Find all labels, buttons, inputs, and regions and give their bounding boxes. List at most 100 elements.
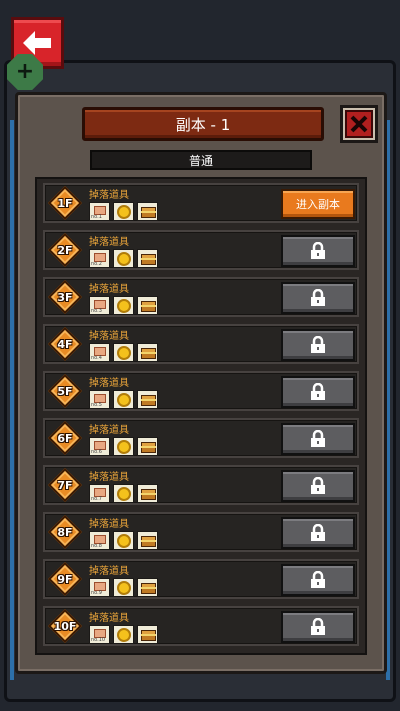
treasure-chest-icon[interactable] xyxy=(137,437,158,456)
scroll-item-label: no.10 xyxy=(91,637,106,643)
modal-title: 副本 - 1 xyxy=(82,107,324,141)
enter-dungeon-button[interactable]: 进入副本 xyxy=(281,189,355,219)
locked-floor-button[interactable] xyxy=(281,611,355,643)
scroll-item-icon[interactable]: no.8 xyxy=(89,531,110,550)
treasure-chest-icon[interactable] xyxy=(137,484,158,503)
dungeon-modal: 副本 - 1 普通 1F 掉落道具 no.1 进入副本 2F 掉落道具 no.2 3F 掉落道具… xyxy=(15,92,387,674)
gold-coin-icon[interactable] xyxy=(113,296,134,315)
scroll-item-icon[interactable]: no.2 xyxy=(89,249,110,268)
gold-coin-icon[interactable] xyxy=(113,484,134,503)
floor-badge: 8F xyxy=(48,515,82,549)
gold-coin-icon[interactable] xyxy=(113,343,134,362)
lock-icon xyxy=(311,618,325,635)
locked-floor-button[interactable] xyxy=(281,282,355,314)
scroll-item-label: no.7 xyxy=(91,496,102,502)
gold-coin-icon[interactable] xyxy=(113,249,134,268)
floor-label: 10F xyxy=(53,619,77,633)
add-badge-icon[interactable]: + xyxy=(7,54,43,90)
treasure-chest-icon[interactable] xyxy=(137,296,158,315)
floor-row: 3F 掉落道具 no.3 xyxy=(43,277,359,317)
floor-row: 7F 掉落道具 no.7 xyxy=(43,465,359,505)
lock-icon xyxy=(311,430,325,447)
drop-items: no.9 xyxy=(89,578,158,597)
back-arrow-icon xyxy=(22,31,51,55)
close-x-icon xyxy=(345,110,373,138)
floor-badge: 7F xyxy=(48,468,82,502)
close-button[interactable] xyxy=(340,105,378,143)
locked-floor-button[interactable] xyxy=(281,517,355,549)
floor-row: 10F 掉落道具 no.10 xyxy=(43,606,359,646)
gold-coin-icon[interactable] xyxy=(113,390,134,409)
gold-coin-icon[interactable] xyxy=(113,625,134,644)
drop-items: no.4 xyxy=(89,343,158,362)
floor-badge: 3F xyxy=(48,280,82,314)
drop-items: no.8 xyxy=(89,531,158,550)
treasure-chest-icon[interactable] xyxy=(137,625,158,644)
locked-floor-button[interactable] xyxy=(281,376,355,408)
floor-badge: 10F xyxy=(48,609,82,643)
floor-badge: 5F xyxy=(48,374,82,408)
scroll-item-icon[interactable]: no.10 xyxy=(89,625,110,644)
gold-coin-icon[interactable] xyxy=(113,531,134,550)
drop-items-label: 掉落道具 xyxy=(89,190,129,201)
scroll-item-label: no.5 xyxy=(91,402,102,408)
treasure-chest-icon[interactable] xyxy=(137,343,158,362)
gold-coin-icon[interactable] xyxy=(113,437,134,456)
drop-items-label: 掉落道具 xyxy=(89,378,129,389)
drop-items: no.5 xyxy=(89,390,158,409)
floor-badge: 2F xyxy=(48,233,82,267)
drop-items-label: 掉落道具 xyxy=(89,566,129,577)
locked-floor-button[interactable] xyxy=(281,329,355,361)
lock-icon xyxy=(311,571,325,588)
scroll-item-label: no.3 xyxy=(91,308,102,314)
drop-items: no.1 xyxy=(89,202,158,221)
drop-items-label: 掉落道具 xyxy=(89,284,129,295)
locked-floor-button[interactable] xyxy=(281,564,355,596)
scroll-item-icon[interactable]: no.7 xyxy=(89,484,110,503)
treasure-chest-icon[interactable] xyxy=(137,390,158,409)
floor-row: 2F 掉落道具 no.2 xyxy=(43,230,359,270)
treasure-chest-icon[interactable] xyxy=(137,202,158,221)
drop-items: no.7 xyxy=(89,484,158,503)
floor-label: 9F xyxy=(57,572,73,586)
locked-floor-button[interactable] xyxy=(281,470,355,502)
locked-floor-button[interactable] xyxy=(281,235,355,267)
scroll-item-label: no.6 xyxy=(91,449,102,455)
drop-items: no.3 xyxy=(89,296,158,315)
scroll-item-label: no.2 xyxy=(91,261,102,267)
floor-row: 9F 掉落道具 no.9 xyxy=(43,559,359,599)
scroll-item-icon[interactable]: no.3 xyxy=(89,296,110,315)
floor-list: 1F 掉落道具 no.1 进入副本 2F 掉落道具 no.2 3F 掉落道具 no.3 4F 掉落道具… xyxy=(35,177,367,655)
drop-items-label: 掉落道具 xyxy=(89,425,129,436)
drop-items-label: 掉落道具 xyxy=(89,331,129,342)
floor-row: 8F 掉落道具 no.8 xyxy=(43,512,359,552)
lock-icon xyxy=(311,477,325,494)
floor-label: 7F xyxy=(57,478,73,492)
floor-label: 3F xyxy=(57,290,73,304)
treasure-chest-icon[interactable] xyxy=(137,249,158,268)
scroll-item-icon[interactable]: no.6 xyxy=(89,437,110,456)
drop-items-label: 掉落道具 xyxy=(89,472,129,483)
scroll-item-icon[interactable]: no.9 xyxy=(89,578,110,597)
drop-items: no.6 xyxy=(89,437,158,456)
floor-label: 2F xyxy=(57,243,73,257)
locked-floor-button[interactable] xyxy=(281,423,355,455)
lock-icon xyxy=(311,524,325,541)
drop-items: no.10 xyxy=(89,625,158,644)
treasure-chest-icon[interactable] xyxy=(137,531,158,550)
scroll-item-icon[interactable]: no.4 xyxy=(89,343,110,362)
gold-coin-icon[interactable] xyxy=(113,578,134,597)
floor-label: 1F xyxy=(57,196,73,210)
floor-row: 5F 掉落道具 no.5 xyxy=(43,371,359,411)
drop-items-label: 掉落道具 xyxy=(89,237,129,248)
floor-label: 5F xyxy=(57,384,73,398)
scroll-item-icon[interactable]: no.1 xyxy=(89,202,110,221)
floor-label: 6F xyxy=(57,431,73,445)
scroll-item-icon[interactable]: no.5 xyxy=(89,390,110,409)
floor-badge: 9F xyxy=(48,562,82,596)
gold-coin-icon[interactable] xyxy=(113,202,134,221)
scroll-item-label: no.9 xyxy=(91,590,102,596)
treasure-chest-icon[interactable] xyxy=(137,578,158,597)
floor-badge: 6F xyxy=(48,421,82,455)
background-accent-left xyxy=(10,120,14,680)
